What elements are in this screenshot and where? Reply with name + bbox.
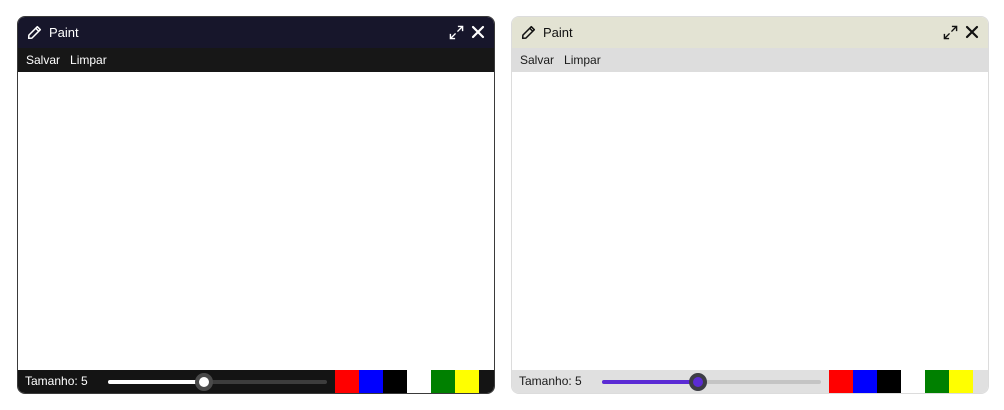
color-swatch-red[interactable] (829, 370, 853, 393)
menu-item-salvar[interactable]: Salvar (520, 53, 554, 67)
brush-toolbar: Tamanho: 5 (512, 370, 988, 393)
menu-bar: Salvar Limpar (18, 48, 494, 72)
menu-item-limpar[interactable]: Limpar (70, 53, 107, 67)
slider-fill (108, 380, 205, 384)
brush-size-slider[interactable] (602, 371, 821, 392)
brush-size-slider[interactable] (108, 371, 327, 392)
close-icon[interactable] (965, 25, 979, 39)
color-swatch-black[interactable] (877, 370, 901, 393)
pencil-icon (27, 25, 42, 40)
close-icon[interactable] (471, 25, 485, 39)
window-title: Paint (49, 25, 79, 40)
color-palette (829, 370, 973, 393)
color-palette (335, 370, 479, 393)
slider-thumb[interactable] (195, 373, 214, 391)
color-swatch-black[interactable] (383, 370, 407, 393)
color-swatch-green[interactable] (431, 370, 455, 393)
color-swatch-white[interactable] (407, 370, 431, 393)
paint-window-light: Paint Salvar Limpar Tamanho: 5 (511, 16, 989, 394)
window-title: Paint (543, 25, 573, 40)
title-bar[interactable]: Paint (18, 17, 494, 48)
title-bar[interactable]: Paint (512, 17, 988, 48)
menu-item-salvar[interactable]: Salvar (26, 53, 60, 67)
drawing-canvas[interactable] (18, 72, 494, 370)
color-swatch-red[interactable] (335, 370, 359, 393)
color-swatch-yellow[interactable] (949, 370, 973, 393)
color-swatch-blue[interactable] (359, 370, 383, 393)
menu-item-limpar[interactable]: Limpar (564, 53, 601, 67)
slider-thumb[interactable] (689, 373, 708, 391)
color-swatch-green[interactable] (925, 370, 949, 393)
brush-size-label: Tamanho: 5 (519, 374, 582, 388)
pencil-icon (521, 25, 536, 40)
menu-bar: Salvar Limpar (512, 48, 988, 72)
color-swatch-blue[interactable] (853, 370, 877, 393)
brush-size-label: Tamanho: 5 (25, 374, 88, 388)
maximize-icon[interactable] (943, 25, 958, 40)
color-swatch-yellow[interactable] (455, 370, 479, 393)
maximize-icon[interactable] (449, 25, 464, 40)
color-swatch-white[interactable] (901, 370, 925, 393)
slider-fill (602, 380, 699, 384)
drawing-canvas[interactable] (512, 72, 988, 370)
paint-window-dark: Paint Salvar Limpar Tamanho: 5 (17, 16, 495, 394)
brush-toolbar: Tamanho: 5 (18, 370, 494, 393)
